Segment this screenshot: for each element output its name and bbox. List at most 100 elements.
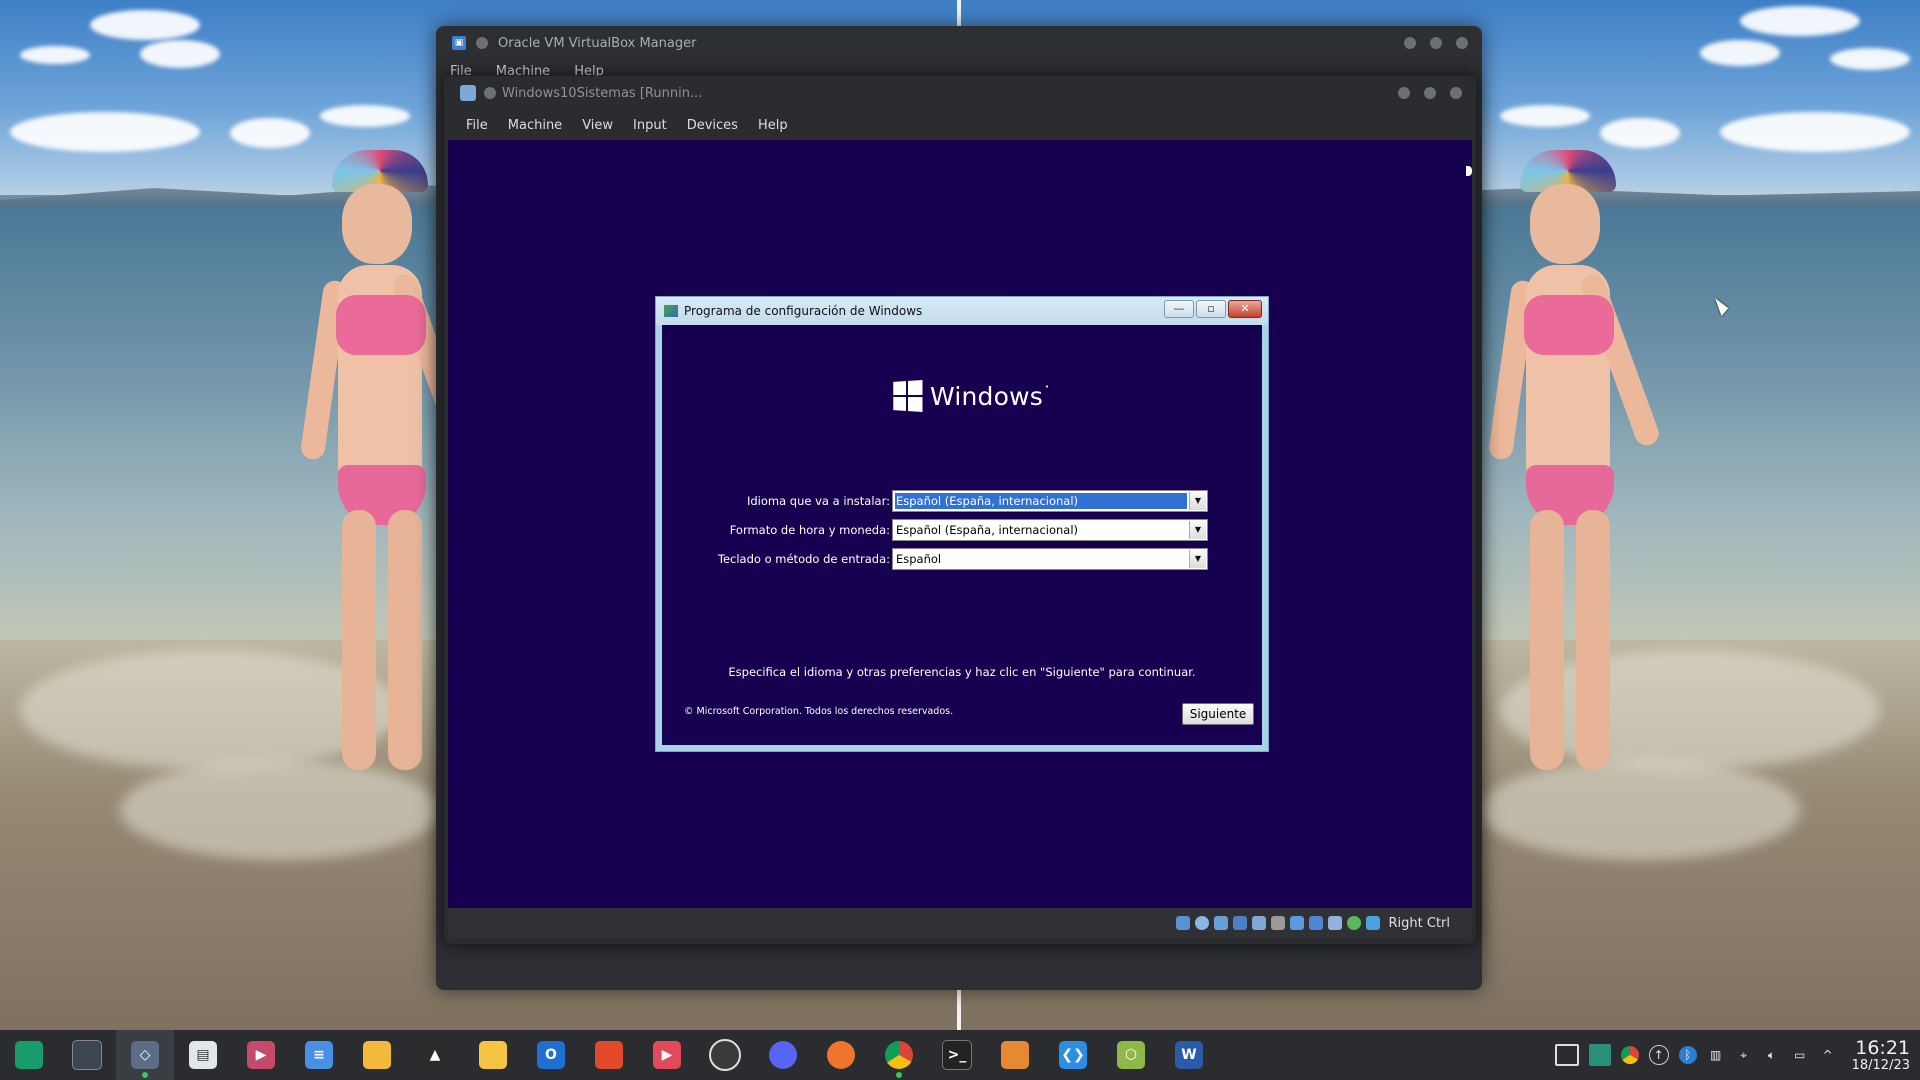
- keyboard-label: Teclado o método de entrada:: [717, 552, 890, 566]
- host-key-label: Right Ctrl: [1388, 915, 1451, 931]
- word-icon: W: [1175, 1041, 1203, 1069]
- taskbar-app[interactable]: [812, 1030, 870, 1080]
- taskbar-app[interactable]: ❮❯: [1044, 1030, 1102, 1080]
- chevron-up-icon[interactable]: ^: [1819, 1046, 1837, 1064]
- taskbar-app[interactable]: ▶: [232, 1030, 290, 1080]
- archive-manager-icon: [1001, 1041, 1029, 1069]
- clipboard-icon[interactable]: ▥: [1707, 1046, 1725, 1064]
- volume-icon[interactable]: 🔈︎: [1763, 1046, 1781, 1064]
- chevron-down-icon[interactable]: ▼: [1189, 521, 1206, 539]
- wallpaper-person-right: [1478, 150, 1663, 790]
- manager-title: Oracle VM VirtualBox Manager: [498, 35, 697, 51]
- network-tray-icon[interactable]: ▭: [1791, 1046, 1809, 1064]
- taskbar: ◇ ▤ ▶ ≡ ▲ O ▶ >_ ❮❯ ⬡ W ↑ ᛒ ▥ ⌖ 🔈︎ ▭ ^ 1…: [0, 1030, 1920, 1080]
- taskbar-app[interactable]: [464, 1030, 522, 1080]
- optical-drive-icon[interactable]: [1194, 916, 1209, 930]
- audio-icon[interactable]: [1213, 916, 1228, 930]
- taskbar-app[interactable]: [580, 1030, 638, 1080]
- setup-minimize-button[interactable]: —: [1164, 300, 1194, 318]
- taskbar-app[interactable]: [58, 1030, 116, 1080]
- display-icon[interactable]: [1289, 916, 1304, 930]
- minimize-button[interactable]: [1398, 87, 1410, 99]
- vm-menu-machine[interactable]: Machine: [498, 118, 572, 133]
- chevron-down-icon[interactable]: ▼: [1189, 550, 1206, 568]
- copyright-text: © Microsoft Corporation. Todos los derec…: [684, 706, 954, 717]
- show-desktop-icon[interactable]: [1554, 1044, 1579, 1066]
- pin-icon[interactable]: [484, 87, 496, 99]
- chevron-down-icon[interactable]: ▼: [1189, 492, 1206, 510]
- 3d-cube-icon: ⬡: [1117, 1041, 1145, 1069]
- setup-close-button[interactable]: ✕: [1228, 300, 1262, 318]
- vm-app-icon: [460, 85, 476, 101]
- taskbar-app[interactable]: >_: [928, 1030, 986, 1080]
- taskbar-app[interactable]: O: [522, 1030, 580, 1080]
- location-icon[interactable]: ⌖: [1735, 1046, 1753, 1064]
- minimize-button[interactable]: [1404, 37, 1416, 49]
- maximize-button[interactable]: [1424, 87, 1436, 99]
- vm-window[interactable]: Windows10Sistemas [Runnin... File Machin…: [444, 76, 1476, 944]
- hard-disk-icon[interactable]: [1175, 916, 1190, 930]
- taskbar-app[interactable]: ▤: [174, 1030, 232, 1080]
- clock[interactable]: 16:21 18/12/23: [1852, 1038, 1910, 1073]
- video-capture-icon[interactable]: [1308, 916, 1323, 930]
- manager-titlebar[interactable]: ▣ Oracle VM VirtualBox Manager: [436, 26, 1482, 60]
- vm-guest-screen[interactable]: Programa de configuración de Windows — ▫…: [448, 140, 1472, 908]
- close-button[interactable]: [1456, 37, 1468, 49]
- keyboard-select[interactable]: Español ▼: [892, 548, 1208, 570]
- clock-time: 16:21: [1855, 1036, 1910, 1059]
- update-icon[interactable]: ↑: [1648, 1045, 1669, 1065]
- vm-menu-view[interactable]: View: [572, 118, 623, 133]
- language-select[interactable]: Español (España, internacional) ▼: [892, 490, 1208, 512]
- network-icon[interactable]: [1232, 916, 1247, 930]
- running-indicator: [896, 1072, 902, 1078]
- taskbar-app[interactable]: [348, 1030, 406, 1080]
- taskbar-app[interactable]: ⬡: [1102, 1030, 1160, 1080]
- time-currency-select[interactable]: Español (España, internacional) ▼: [892, 519, 1208, 541]
- workspace-pager-icon[interactable]: [1588, 1044, 1611, 1066]
- shared-folders-icon[interactable]: [1270, 916, 1285, 930]
- virtualbox-app-icon: ▣: [452, 36, 466, 50]
- setup-app-icon: [664, 305, 678, 317]
- taskbar-app[interactable]: [986, 1030, 1044, 1080]
- keyboard-icon[interactable]: [1365, 916, 1380, 930]
- time-currency-value: Español (España, internacional): [896, 523, 1079, 537]
- running-indicator: [142, 1072, 148, 1078]
- setup-maximize-button[interactable]: ▫: [1196, 300, 1226, 318]
- software-store-icon: ▤: [189, 1041, 217, 1069]
- pin-icon[interactable]: [476, 37, 488, 49]
- bluetooth-icon[interactable]: ᛒ: [1678, 1046, 1697, 1064]
- taskbar-app-chrome[interactable]: [870, 1030, 928, 1080]
- video-editor-icon: ▶: [247, 1041, 275, 1069]
- vm-titlebar[interactable]: Windows10Sistemas [Runnin...: [444, 76, 1476, 110]
- maximize-button[interactable]: [1430, 37, 1442, 49]
- guest-cursor-icon: [1466, 166, 1472, 176]
- language-label: Idioma que va a instalar:: [746, 494, 890, 508]
- taskbar-app[interactable]: ▶: [638, 1030, 696, 1080]
- chrome-tray-icon[interactable]: [1620, 1046, 1639, 1064]
- vm-menu-input[interactable]: Input: [623, 118, 677, 133]
- setup-hint: Especifica el idioma y otras preferencia…: [728, 665, 1196, 679]
- time-currency-row: Formato de hora y moneda: Español (Españ…: [662, 519, 1262, 541]
- system-tray: ↑ ᛒ ▥ ⌖ 🔈︎ ▭ ^ 16:21 18/12/23: [1550, 1030, 1920, 1080]
- mouse-integration-icon[interactable]: [1346, 916, 1361, 930]
- cpu-icon[interactable]: [1327, 916, 1342, 930]
- vm-menu-help[interactable]: Help: [748, 118, 798, 133]
- taskbar-app[interactable]: [754, 1030, 812, 1080]
- usb-icon[interactable]: [1251, 916, 1266, 930]
- taskbar-app[interactable]: [0, 1030, 58, 1080]
- setup-titlebar[interactable]: Programa de configuración de Windows — ▫…: [656, 297, 1268, 325]
- windows-setup-dialog[interactable]: Programa de configuración de Windows — ▫…: [655, 296, 1269, 752]
- taskbar-app[interactable]: [696, 1030, 754, 1080]
- taskbar-app[interactable]: W: [1160, 1030, 1218, 1080]
- vm-title: Windows10Sistemas [Runnin...: [502, 85, 703, 101]
- keyboard-row: Teclado o método de entrada: Español ▼: [662, 548, 1262, 570]
- close-button[interactable]: [1450, 87, 1462, 99]
- outlook-icon: O: [537, 1041, 565, 1069]
- vm-menu-file[interactable]: File: [456, 118, 498, 133]
- next-button[interactable]: Siguiente: [1182, 703, 1254, 725]
- taskbar-app-virtualbox[interactable]: ◇: [116, 1030, 174, 1080]
- vm-menu-devices[interactable]: Devices: [677, 118, 748, 133]
- taskbar-app[interactable]: ≡: [290, 1030, 348, 1080]
- taskbar-app[interactable]: ▲: [406, 1030, 464, 1080]
- language-row: Idioma que va a instalar: Español (Españ…: [662, 490, 1262, 512]
